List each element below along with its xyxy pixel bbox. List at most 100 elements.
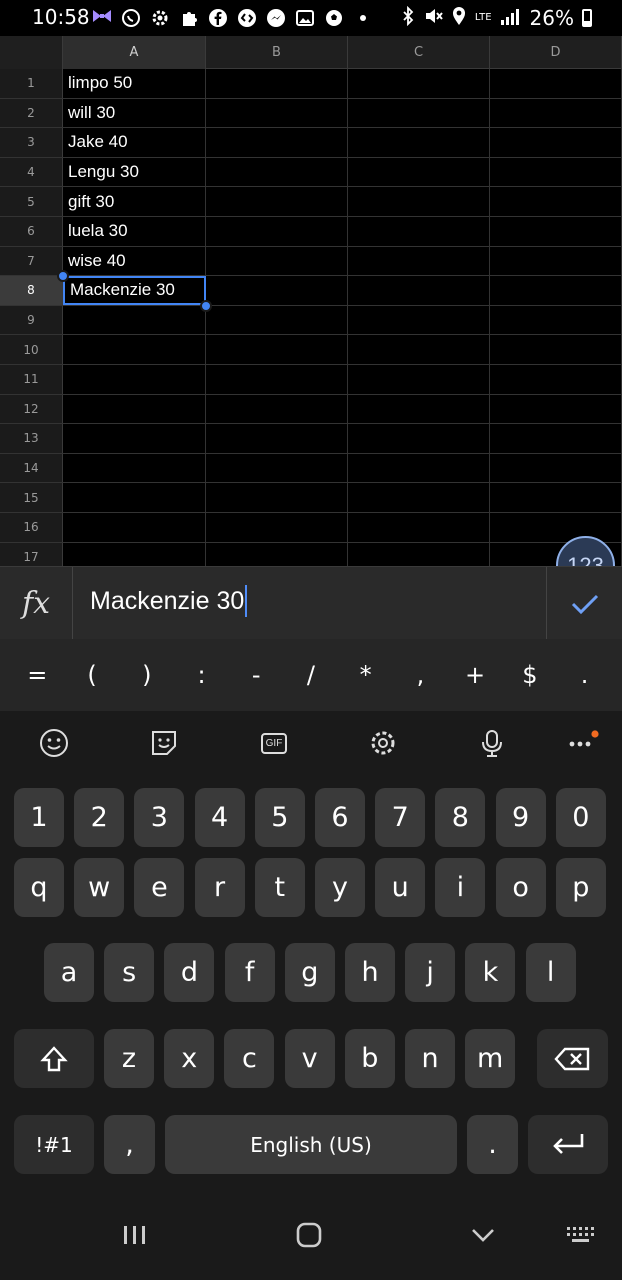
key-c[interactable]: c (224, 1029, 275, 1088)
cell[interactable] (490, 276, 622, 305)
column-header-a[interactable]: A (63, 36, 206, 69)
cell[interactable] (348, 305, 490, 335)
key-3[interactable]: 3 (134, 788, 185, 847)
cell[interactable]: Jake 40 (63, 128, 206, 157)
key-w[interactable]: w (74, 858, 125, 917)
spreadsheet-grid[interactable]: A B C D 1 limpo 50 2 will 30 3 Jake 40 4 Lengu … (0, 36, 622, 566)
key-period[interactable]: . (467, 1115, 518, 1174)
cell[interactable] (63, 483, 206, 512)
cell[interactable] (63, 513, 206, 542)
cell[interactable] (63, 394, 206, 424)
cell[interactable] (490, 246, 622, 276)
keyboard-switch-icon[interactable] (562, 1220, 602, 1250)
cell[interactable] (206, 453, 348, 483)
cell[interactable] (348, 246, 490, 276)
row-header[interactable]: 9 (0, 305, 63, 335)
cell[interactable] (206, 157, 348, 187)
cell[interactable] (206, 128, 348, 157)
formula-bar[interactable]: fx Mackenzie 30 (0, 566, 622, 640)
cell[interactable] (348, 128, 490, 157)
key-j[interactable]: j (405, 943, 456, 1002)
row-header[interactable]: 10 (0, 335, 63, 364)
key-b[interactable]: b (344, 1029, 395, 1088)
sticker-icon[interactable] (146, 725, 182, 761)
cell[interactable] (348, 157, 490, 187)
symbol-key[interactable]: , (400, 661, 440, 689)
cell[interactable] (348, 483, 490, 512)
row-header[interactable]: 12 (0, 394, 63, 424)
cell[interactable] (206, 217, 348, 246)
cell[interactable] (490, 217, 622, 246)
key-n[interactable]: n (405, 1029, 455, 1088)
column-header-b[interactable]: B (206, 36, 348, 69)
select-all-corner[interactable] (0, 36, 63, 69)
more-icon[interactable] (566, 725, 602, 761)
row-header[interactable]: 5 (0, 187, 63, 216)
key-p[interactable]: p (555, 858, 606, 917)
row-header[interactable]: 4 (0, 157, 63, 187)
key-5[interactable]: 5 (254, 788, 305, 847)
row-header[interactable]: 8 (0, 276, 63, 305)
column-header-d[interactable]: D (490, 36, 622, 69)
symbol-key[interactable]: / (291, 661, 331, 689)
column-header-c[interactable]: C (348, 36, 490, 69)
key-2[interactable]: 2 (74, 788, 125, 847)
cell[interactable] (348, 513, 490, 542)
cell[interactable]: wise 40 (63, 246, 206, 276)
row-header[interactable]: 11 (0, 365, 63, 394)
cell[interactable] (348, 276, 490, 305)
cell[interactable] (206, 187, 348, 216)
shift-key[interactable] (14, 1029, 94, 1088)
selection-handle-end[interactable] (200, 299, 212, 312)
key-d[interactable]: d (164, 943, 215, 1002)
function-icon[interactable]: fx (0, 567, 73, 640)
symbol-key[interactable]: - (236, 661, 276, 689)
key-8[interactable]: 8 (435, 788, 486, 847)
cell[interactable] (490, 128, 622, 157)
key-x[interactable]: x (164, 1029, 215, 1088)
cell[interactable] (348, 187, 490, 216)
cell[interactable] (348, 98, 490, 128)
cell[interactable] (490, 187, 622, 216)
formula-input[interactable]: Mackenzie 30 (90, 585, 248, 617)
symbol-key[interactable]: . (565, 661, 605, 689)
space-bar[interactable]: English (US) (165, 1115, 457, 1174)
cell[interactable] (206, 276, 348, 305)
cell[interactable] (206, 335, 348, 364)
cell[interactable]: Lengu 30 (63, 157, 206, 187)
emoji-icon[interactable] (36, 725, 72, 761)
cell[interactable] (206, 246, 348, 276)
home-icon[interactable] (291, 1220, 327, 1250)
recent-apps-icon[interactable] (118, 1220, 152, 1250)
symbol-key[interactable]: $ (510, 661, 550, 689)
cell[interactable] (348, 217, 490, 246)
symbol-key[interactable]: = (17, 661, 57, 689)
key-v[interactable]: v (284, 1029, 335, 1088)
cell[interactable] (63, 305, 206, 335)
key-1[interactable]: 1 (14, 788, 64, 847)
key-4[interactable]: 4 (194, 788, 245, 847)
key-a[interactable]: a (44, 943, 94, 1002)
key-k[interactable]: k (465, 943, 516, 1002)
cell[interactable]: will 30 (63, 98, 206, 128)
cell[interactable] (490, 305, 622, 335)
key-7[interactable]: 7 (375, 788, 426, 847)
key-y[interactable]: y (315, 858, 365, 917)
cell[interactable] (206, 542, 348, 566)
cell[interactable]: limpo 50 (63, 69, 206, 98)
cell[interactable] (490, 513, 622, 542)
key-m[interactable]: m (465, 1029, 516, 1088)
symbol-key[interactable]: + (455, 661, 495, 689)
symbol-key[interactable]: * (346, 661, 386, 689)
cell[interactable] (206, 69, 348, 98)
row-header[interactable]: 2 (0, 98, 63, 128)
symbol-key[interactable]: ) (127, 661, 167, 689)
cell[interactable] (490, 157, 622, 187)
cell[interactable] (63, 424, 206, 453)
cell[interactable] (490, 483, 622, 512)
back-icon[interactable] (466, 1220, 500, 1250)
cell[interactable] (206, 483, 348, 512)
symbol-key[interactable]: ( (72, 661, 112, 689)
key-comma[interactable]: , (104, 1115, 155, 1174)
cell[interactable] (206, 513, 348, 542)
